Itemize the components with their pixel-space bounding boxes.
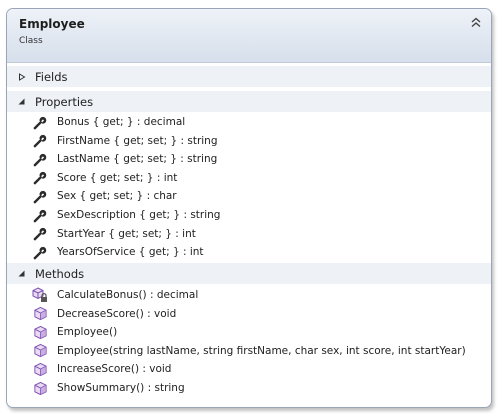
- compartment-label: Methods: [35, 266, 85, 281]
- property-item[interactable]: LastName { get; set; } : string: [32, 150, 217, 168]
- class-header[interactable]: Employee Class: [7, 9, 491, 63]
- method-item[interactable]: ShowSummary() : string: [32, 379, 185, 397]
- method-item-label: IncreaseScore() : void: [57, 363, 172, 376]
- expand-triangle-icon[interactable]: [18, 66, 26, 87]
- property-item-label: Sex { get; set; } : char: [57, 190, 177, 203]
- compartment-label: Fields: [35, 69, 68, 84]
- wrench-icon: [32, 133, 48, 149]
- class-kind: Class: [19, 36, 43, 46]
- property-item-label: StartYear { get; set; } : int: [57, 227, 196, 240]
- wrench-icon: [32, 244, 48, 260]
- compartment-properties[interactable]: Properties: [7, 91, 491, 112]
- method-item-label: CalculateBonus() : decimal: [57, 289, 199, 301]
- wrench-icon: [32, 226, 48, 242]
- property-item-label: LastName { get; set; } : string: [57, 153, 218, 166]
- wrench-icon: [32, 114, 48, 130]
- property-item-label: Score { get; set; } : int: [57, 171, 178, 184]
- method-item[interactable]: DecreaseScore() : void: [32, 305, 176, 323]
- method-cube-icon: [32, 380, 48, 396]
- property-item[interactable]: Score { get; set; } : int: [32, 169, 177, 187]
- property-item-label: FirstName { get; set; } : string: [57, 134, 218, 147]
- method-cube-icon: [32, 306, 48, 322]
- collapse-triangle-icon[interactable]: [18, 91, 26, 112]
- property-item[interactable]: YearsOfService { get; } : int: [32, 243, 204, 261]
- compartment-methods[interactable]: Methods: [7, 263, 491, 284]
- wrench-icon: [32, 170, 48, 186]
- method-item[interactable]: Employee(string lastName, string firstNa…: [32, 342, 466, 360]
- class-shape-employee[interactable]: Employee Class Fields Properties Bonus {…: [6, 8, 492, 408]
- wrench-icon: [32, 207, 48, 223]
- property-item-label: SexDescription { get; } : string: [57, 209, 221, 221]
- method-cube-icon: [32, 361, 48, 377]
- private-method-icon: [32, 287, 48, 303]
- property-item-label: Bonus { get; } : decimal: [57, 116, 186, 128]
- collapse-chevron-icon[interactable]: [469, 15, 483, 29]
- method-cube-icon: [32, 343, 48, 359]
- method-item-label: Employee(): [57, 326, 118, 339]
- method-item[interactable]: Employee(): [32, 323, 117, 341]
- method-item-label: DecreaseScore() : void: [57, 307, 177, 320]
- method-item-label: ShowSummary() : string: [57, 382, 185, 394]
- wrench-icon: [32, 151, 48, 167]
- method-item-label: Employee(string lastName, string firstNa…: [57, 344, 466, 357]
- property-item[interactable]: Sex { get; set; } : char: [32, 187, 177, 205]
- compartment-label: Properties: [35, 94, 94, 109]
- method-cube-icon: [32, 324, 48, 340]
- property-item[interactable]: SexDescription { get; } : string: [32, 206, 220, 224]
- method-item[interactable]: IncreaseScore() : void: [32, 360, 171, 378]
- property-item[interactable]: FirstName { get; set; } : string: [32, 132, 218, 150]
- collapse-triangle-icon[interactable]: [18, 263, 26, 284]
- property-item-label: YearsOfService { get; } : int: [57, 246, 204, 259]
- property-item[interactable]: Bonus { get; } : decimal: [32, 113, 185, 131]
- wrench-icon: [32, 188, 48, 204]
- method-item[interactable]: CalculateBonus() : decimal: [32, 286, 198, 304]
- class-name: Employee: [19, 17, 85, 31]
- property-item[interactable]: StartYear { get; set; } : int: [32, 225, 196, 243]
- compartment-fields[interactable]: Fields: [7, 66, 491, 87]
